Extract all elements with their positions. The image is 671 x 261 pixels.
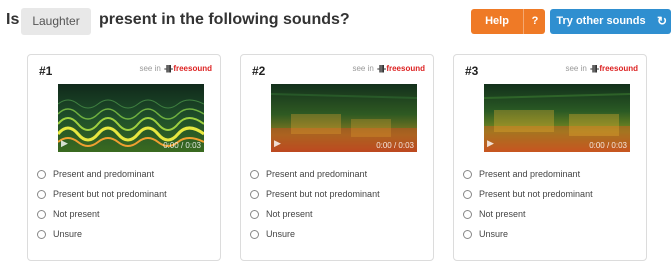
see-in-label: see in — [139, 64, 161, 73]
help-button-label: Help — [485, 15, 509, 27]
label-tag: Laughter — [21, 8, 91, 35]
card-number: #3 — [465, 64, 479, 78]
radio-icon — [250, 230, 259, 239]
refresh-icon: ↻ — [656, 14, 668, 28]
radio-icon — [250, 210, 259, 219]
try-other-sounds-label: Try other sounds — [556, 15, 646, 27]
freesound-logo-icon: -||||- — [164, 64, 173, 73]
try-other-sounds-button[interactable]: Try other sounds ↻ — [550, 9, 671, 34]
see-in-label: see in — [352, 64, 374, 73]
freesound-brand: freesound — [599, 64, 638, 73]
radio-icon — [463, 210, 472, 219]
card-number: #2 — [252, 64, 266, 78]
play-icon[interactable]: ▶ — [61, 138, 68, 149]
radio-icon — [250, 170, 259, 179]
see-in-label: see in — [565, 64, 587, 73]
spectrogram-player[interactable]: ▶ 0:00 / 0:03 — [271, 84, 417, 152]
radio-icon — [463, 190, 472, 199]
question-text: present in the following sounds? — [99, 11, 350, 28]
question-prefix: Is — [6, 11, 20, 28]
playback-time: 0:00 / 0:03 — [163, 141, 201, 150]
freesound-logo-icon: -||||- — [590, 64, 599, 73]
radio-icon — [37, 190, 46, 199]
sound-card-3: #3 see in -||||-freesound ▶ 0:00 / 0:03 … — [453, 54, 647, 261]
playback-time: 0:00 / 0:03 — [589, 141, 627, 150]
help-question-icon: ? — [523, 9, 546, 34]
help-button[interactable]: Help ? — [471, 9, 545, 34]
sound-card-1: #1 see in -||||-freesound ▶ 0:00 / 0:03 … — [27, 54, 221, 261]
play-icon[interactable]: ▶ — [274, 138, 281, 149]
see-in-freesound-link[interactable]: see in -||||-freesound — [139, 64, 212, 73]
play-icon[interactable]: ▶ — [487, 138, 494, 149]
playback-time: 0:00 / 0:03 — [376, 141, 414, 150]
freesound-brand: freesound — [173, 64, 212, 73]
see-in-freesound-link[interactable]: see in -||||-freesound — [352, 64, 425, 73]
sound-card-2: #2 see in -||||-freesound ▶ 0:00 / 0:03 … — [240, 54, 434, 261]
radio-icon — [37, 170, 46, 179]
radio-icon — [463, 230, 472, 239]
spectrogram-player[interactable]: ▶ 0:00 / 0:03 — [484, 84, 630, 152]
freesound-logo-icon: -||||- — [377, 64, 386, 73]
radio-icon — [37, 210, 46, 219]
radio-icon — [37, 230, 46, 239]
radio-icon — [463, 170, 472, 179]
question-header: Is Laughter present in the following sou… — [0, 0, 671, 42]
radio-icon — [250, 190, 259, 199]
card-number: #1 — [39, 64, 53, 78]
freesound-brand: freesound — [386, 64, 425, 73]
spectrogram-player[interactable]: ▶ 0:00 / 0:03 — [58, 84, 204, 152]
see-in-freesound-link[interactable]: see in -||||-freesound — [565, 64, 638, 73]
